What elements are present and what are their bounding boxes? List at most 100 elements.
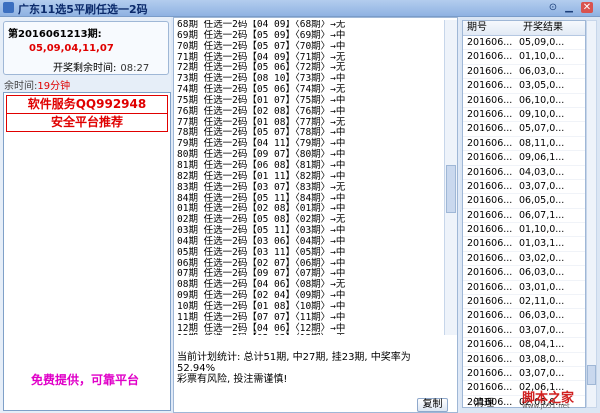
history-period-cell: 201606... (467, 367, 513, 379)
history-row[interactable]: 201606... 06,05,0... (463, 194, 585, 209)
history-row[interactable]: 201606... 01,03,1... (463, 237, 585, 252)
col-period-header[interactable]: 期号 (463, 21, 519, 35)
history-row[interactable]: 201606... 08,11,0... (463, 137, 585, 152)
history-period-cell: 201606... (467, 353, 513, 365)
history-period-cell: 201606... (467, 324, 513, 336)
history-result-cell: 06,10,0... (519, 94, 565, 106)
close-icon[interactable]: ✕ (581, 2, 593, 13)
history-result-cell: 02,11,0... (519, 296, 565, 308)
ad-line-qq[interactable]: 软件服务QQ992948 (6, 95, 168, 114)
history-result-cell: 03,08,0... (519, 353, 565, 365)
history-row[interactable]: 201606... 06,03,0... (463, 309, 585, 324)
history-result-cell: 05,07,0... (519, 123, 565, 135)
history-period-cell: 201606... (467, 108, 513, 120)
history-result-cell: 03,05,0... (519, 80, 565, 92)
history-row[interactable]: 201606... 02,11,0... (463, 295, 585, 310)
history-result-cell: 09,06,1... (519, 152, 565, 164)
log-row: 83期 任选一2码【03 07】〈83期〉→无 (177, 181, 346, 193)
history-result-cell: 03,02,0... (519, 252, 565, 264)
history-period-cell: 201606... (467, 123, 513, 135)
history-row[interactable]: 201606... 06,10,0... (463, 94, 585, 108)
history-period-cell: 201606... (467, 152, 513, 164)
history-scroll-thumb[interactable] (587, 365, 596, 385)
history-result-cell: 06,03,0... (519, 65, 565, 77)
history-grid[interactable]: 期号 开奖结果 201606... 05,09,0... 201606... 01,10… (462, 20, 586, 408)
history-row[interactable]: 201606... 03,07,0... (463, 324, 585, 339)
plan-summary: 当前计划统计: 总计51期, 中27期, 挂23期, 中奖率为 52.94% 彩… (177, 352, 447, 385)
summary-stats: 当前计划统计: 总计51期, 中27期, 挂23期, 中奖率为 (177, 352, 411, 363)
draw-info-box: 第2016061213期: 05,09,04,11,07 开奖剩余时间: 08:2… (3, 21, 169, 75)
history-period-cell: 201606... (467, 94, 513, 106)
history-rows: 201606... 05,09,0... 201606... 01,10,0... 20… (463, 36, 585, 407)
history-result-cell: 03,07,0... (519, 180, 565, 192)
history-row[interactable]: 201606... 03,07,0... (463, 180, 585, 195)
history-panel: 期号 开奖结果 201606... 05,09,0... 201606... 01,10… (460, 17, 600, 413)
summary-rate: 52.94% (177, 363, 216, 374)
copy-button[interactable]: 复制 (417, 398, 448, 412)
history-row[interactable]: 201606... 01,10,0... (463, 50, 585, 65)
history-period-cell: 201606... (467, 281, 513, 293)
ad-line-free[interactable]: 免费提供，可靠平台 (4, 371, 166, 388)
history-period-cell: 201606... (467, 382, 513, 394)
countdown-value: 08:27 (120, 63, 150, 74)
plan-log-list[interactable]: 68期 任选一2码【04 09】〈68期〉→无 69期 任选一2码【05 09】〈… (177, 20, 447, 335)
history-row[interactable]: 201606... 03,01,0... (463, 281, 585, 296)
title-bar[interactable]: 广东11选5平刷任选一2码 ⊙ ▁ ✕ (0, 0, 600, 17)
history-row[interactable]: 201606... 05,09,0... (463, 36, 585, 51)
history-result-cell: 01,10,0... (519, 51, 565, 63)
history-row[interactable]: 201606... 03,07,0... (463, 367, 585, 382)
history-result-cell: 05,09,0... (519, 37, 565, 48)
log-row: 11期 任选一2码【07 07】〈11期〉→中 (177, 311, 346, 323)
history-result-cell: 06,03,0... (519, 267, 565, 279)
winning-numbers: 05,09,04,11,07 (29, 43, 114, 54)
history-period-cell: 201606... (467, 195, 513, 207)
remaining-time: 余时间:19分钟 (4, 77, 70, 92)
history-result-cell: 01,10,0... (519, 224, 565, 236)
history-period-cell: 201606... (467, 80, 513, 92)
pin-icon[interactable]: ⊙ (547, 2, 559, 13)
history-period-cell: 201606... (467, 296, 513, 308)
history-row[interactable]: 201606... 03,05,0... (463, 79, 585, 94)
history-row[interactable]: 201606... 09,10,0... (463, 108, 585, 123)
log-scrollbar[interactable] (444, 20, 457, 335)
countdown: 开奖剩余时间: 08:27 (53, 59, 149, 74)
history-row[interactable]: 201606... 04,03,0... (463, 166, 585, 180)
remaining-value: 19分钟 (37, 81, 71, 92)
ad-line-safe[interactable]: 安全平台推荐 (6, 113, 168, 132)
window-title: 广东11选5平刷任选一2码 (18, 3, 148, 16)
plan-log-panel: 68期 任选一2码【04 09】〈68期〉→无 69期 任选一2码【05 09】〈… (173, 17, 458, 413)
app-window: 广东11选5平刷任选一2码 ⊙ ▁ ✕ 第2016061213期: 05,09,… (0, 0, 600, 413)
history-row[interactable]: 201606... 06,03,0... (463, 65, 585, 80)
history-header: 期号 开奖结果 (463, 21, 585, 36)
history-row[interactable]: 201606... 08,04,1... (463, 338, 585, 353)
history-row[interactable]: 201606... 05,07,0... (463, 122, 585, 137)
history-result-cell: 03,07,0... (519, 367, 565, 379)
period-label: 第2016061213期: (8, 29, 102, 40)
col-result-header[interactable]: 开奖结果 (519, 21, 581, 35)
history-row[interactable]: 201606... 01,10,0... (463, 223, 585, 238)
history-result-cell: 08,04,1... (519, 339, 565, 351)
history-result-cell: 04,03,0... (519, 166, 565, 178)
history-row[interactable]: 201606... 06,07,1... (463, 209, 585, 224)
history-period-cell: 201606... (467, 37, 513, 48)
ad-panel: 软件服务QQ992948 安全平台推荐 免费提供，可靠平台 (3, 92, 171, 411)
history-result-cell: 06,05,0... (519, 195, 565, 207)
log-scroll-thumb[interactable] (446, 165, 456, 213)
history-period-cell: 201606... (467, 137, 513, 149)
history-period-cell: 201606... (467, 51, 513, 63)
history-row[interactable]: 201606... 09,06,1... (463, 151, 585, 166)
history-row[interactable]: 201606... 06,03,0... (463, 266, 585, 281)
log-row: 70期 任选一2码【05 07】〈70期〉→中 (177, 40, 346, 52)
history-result-cell: 09,10,0... (519, 108, 565, 120)
history-result-cell: 08,11,0... (519, 137, 565, 149)
history-result-cell: 06,07,1... (519, 209, 565, 221)
history-row[interactable]: 201606... 03,02,0... (463, 252, 585, 267)
history-period-cell: 201606... (467, 180, 513, 192)
watermark: 脚本之家 www.jb51.net (522, 387, 598, 411)
minimize-icon[interactable]: ▁ (563, 2, 575, 13)
history-scrollbar[interactable] (586, 20, 597, 408)
history-period-cell: 201606... (467, 166, 513, 178)
history-result-cell: 01,03,1... (519, 238, 565, 250)
history-row[interactable]: 201606... 03,08,0... (463, 353, 585, 367)
log-row: 05期 任选一2码【03 11】〈05期〉→中 (177, 246, 346, 258)
